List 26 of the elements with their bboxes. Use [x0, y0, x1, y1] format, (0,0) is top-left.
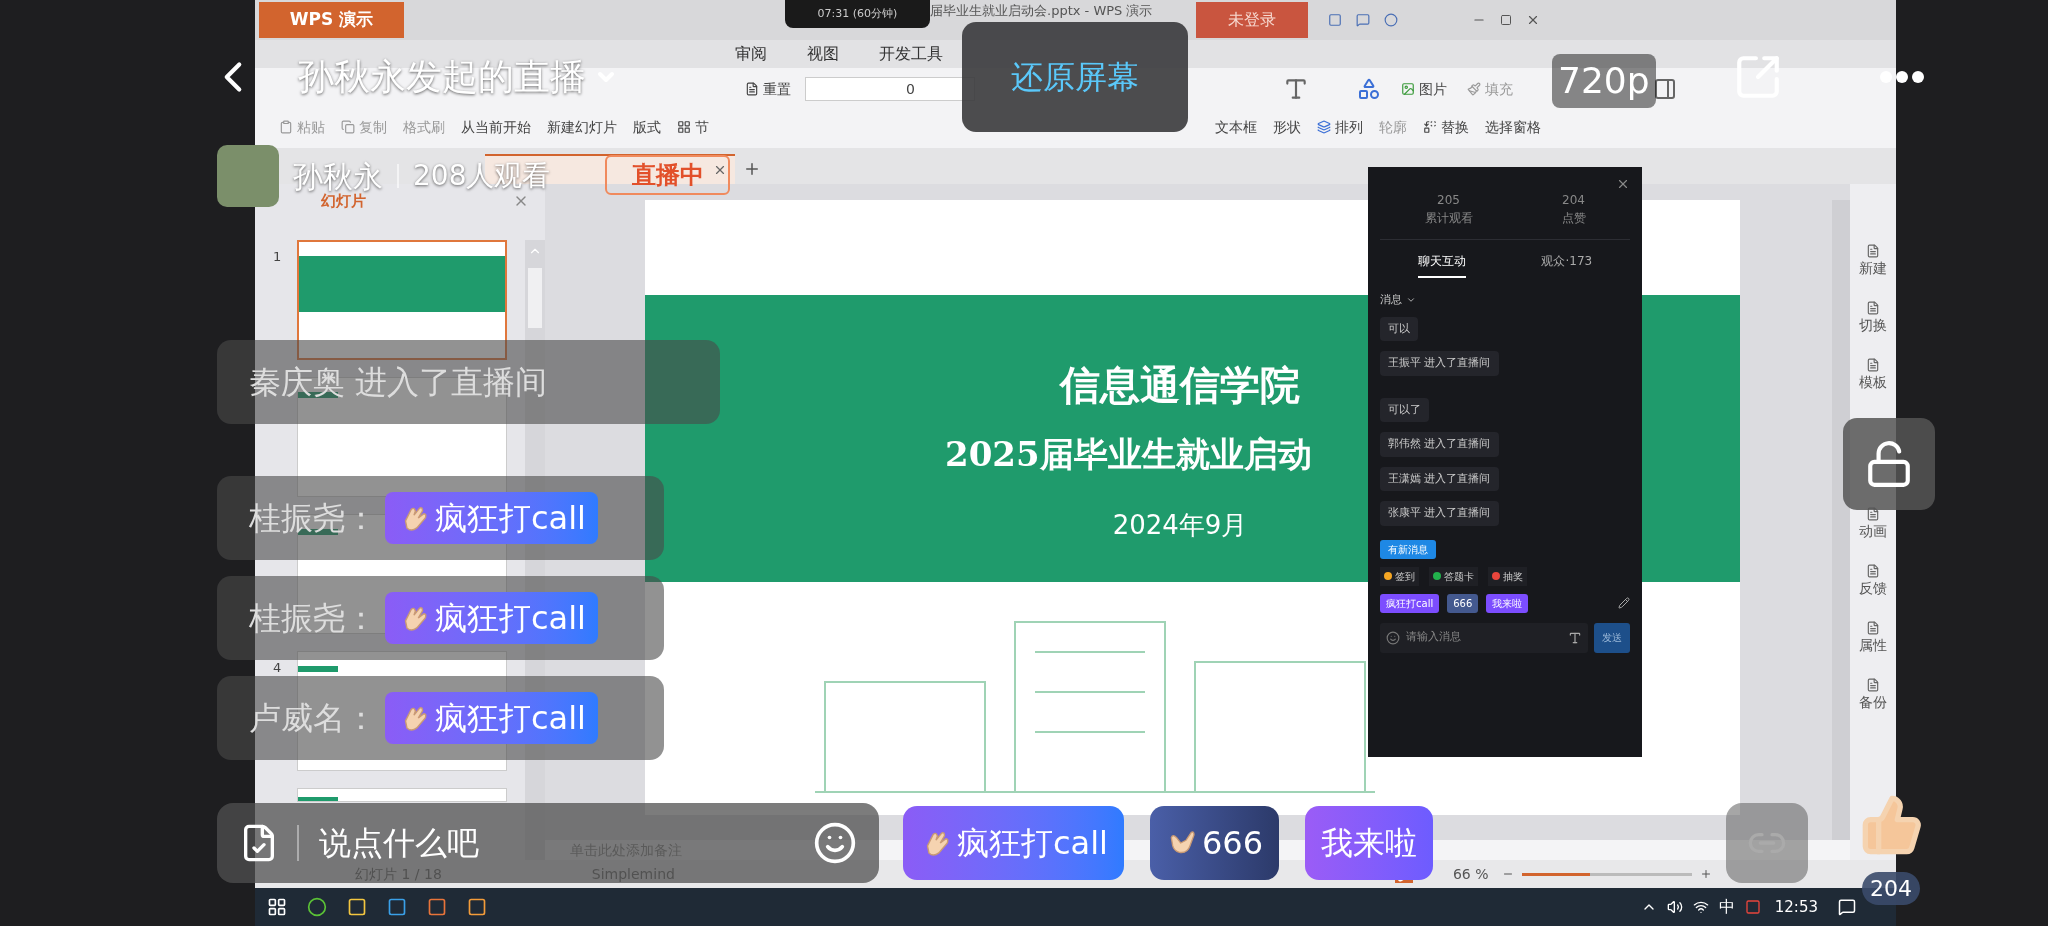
viewer-count: 208人观看 — [413, 158, 551, 194]
stat-label: 点赞 — [1561, 210, 1586, 227]
live-badge: 直播中 — [605, 155, 730, 195]
gift-tag: 疯狂打call — [385, 592, 598, 644]
chat-message: 张康平 进入了直播间 — [1380, 501, 1499, 526]
stat-label: 累计观看 — [1424, 210, 1473, 227]
gift-tag: 疯狂打call — [385, 692, 598, 744]
slide-title: 信息通信学院 — [1060, 360, 1300, 410]
clock: 12:53 — [1774, 896, 1818, 918]
gift-tag: 疯狂打call — [385, 492, 598, 544]
like-count: 204 — [1862, 872, 1920, 905]
chat-message: 王潇嫣 进入了直播间 — [1380, 466, 1499, 491]
stat-value: 205 — [1437, 192, 1460, 209]
slide-subtitle: 2025届毕业生就业启动 — [945, 433, 1312, 476]
chat-message: 可以 — [1380, 316, 1418, 341]
window-title: 届毕业生就业启动会.pptx - WPS 演示 — [930, 3, 1153, 18]
stat-value: 204 — [1562, 192, 1585, 209]
chat-message: 郭伟然 进入了直播间 — [1380, 432, 1499, 457]
slide-number: 1 — [273, 250, 282, 264]
host-name: 孙秋永 — [293, 157, 383, 194]
stream-title: 孙秋永发起的直播 — [298, 55, 586, 99]
slide-date: 2024年9月 — [1112, 509, 1248, 542]
chat-message: 可以了 — [1380, 397, 1429, 422]
chat-message: 王振平 进入了直播间 — [1380, 351, 1499, 376]
slide-number: 4 — [273, 661, 282, 675]
zoom-level: 66 % — [1452, 864, 1489, 884]
